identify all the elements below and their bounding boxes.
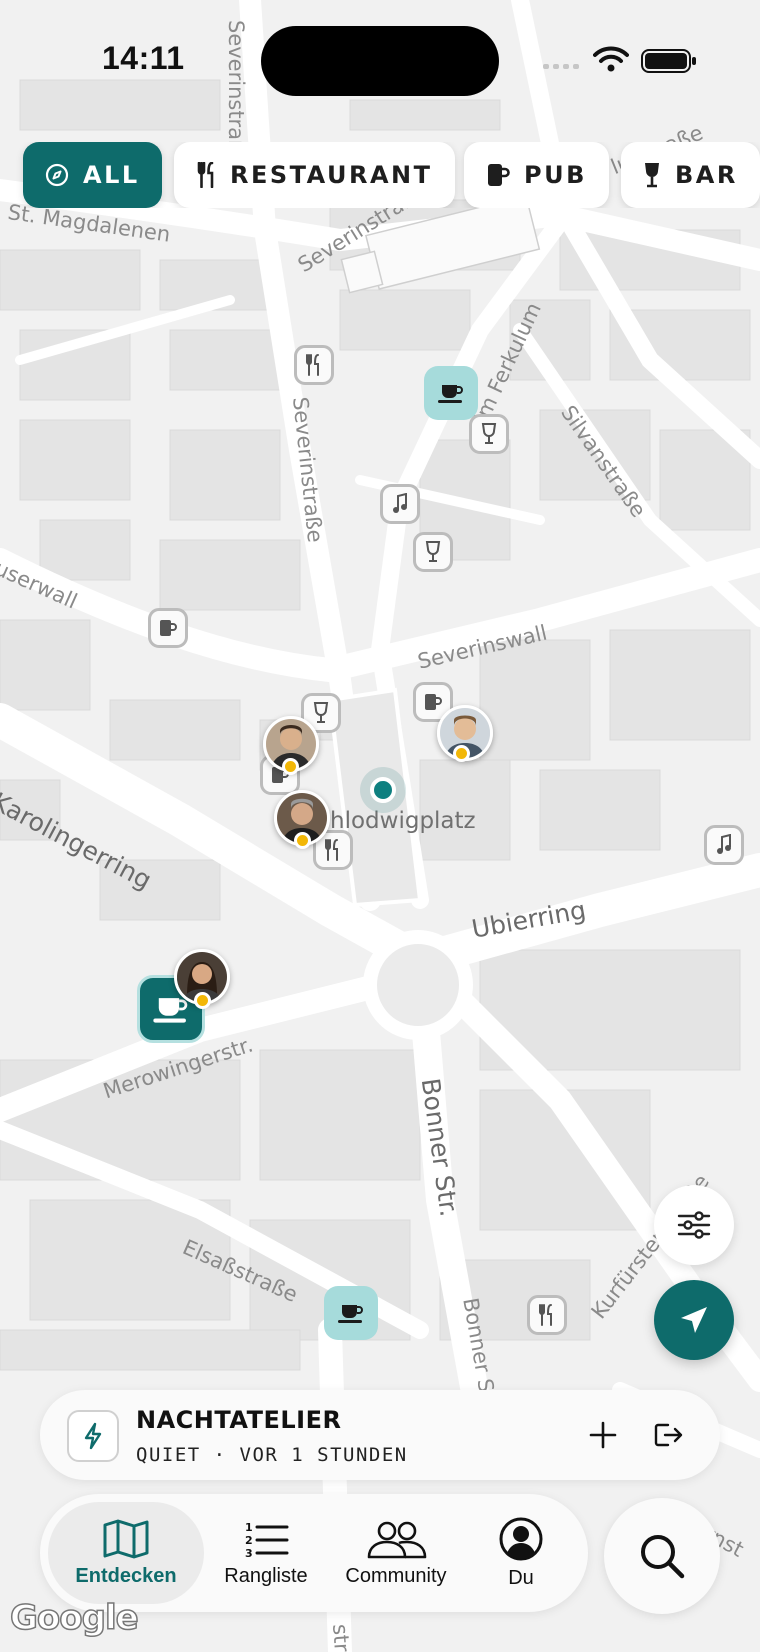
wine-glass-icon xyxy=(425,541,441,562)
current-location-marker xyxy=(360,767,406,813)
cellular-signal-icon xyxy=(543,64,579,69)
music-note-icon xyxy=(717,834,731,854)
filter-chip-label: BAR xyxy=(675,161,738,189)
svg-text:1: 1 xyxy=(245,1521,253,1534)
locate-me-button[interactable] xyxy=(654,1280,734,1360)
venue-status: QUIET · VOR 1 STUNDEN xyxy=(136,1444,408,1466)
cafe-pin[interactable] xyxy=(324,1286,378,1340)
map-icon xyxy=(103,1519,149,1558)
status-dot xyxy=(194,992,211,1009)
tab-du[interactable]: Du xyxy=(466,1502,576,1604)
wifi-icon xyxy=(593,46,629,72)
street-label: str xyxy=(328,1623,354,1652)
sliders-icon xyxy=(677,1211,711,1239)
filter-chip-all[interactable]: ALL xyxy=(23,142,162,208)
tab-community[interactable]: Community xyxy=(328,1502,464,1604)
ranked-list-icon: 123 xyxy=(245,1521,289,1559)
search-button[interactable] xyxy=(604,1498,720,1614)
restaurant-pin[interactable] xyxy=(294,345,334,385)
beer-mug-icon xyxy=(160,620,177,636)
battery-icon xyxy=(641,49,696,73)
filter-chip-pub[interactable]: PUB xyxy=(464,142,609,208)
bar-pin[interactable] xyxy=(469,414,509,454)
wine-glass-icon xyxy=(481,423,497,444)
fork-knife-icon xyxy=(306,354,319,376)
category-filter-bar: ALL RESTAURANT PUB BAR xyxy=(0,142,760,208)
filter-chip-label: ALL xyxy=(83,161,140,189)
add-button[interactable] xyxy=(578,1410,628,1460)
tab-label: Entdecken xyxy=(75,1564,177,1587)
plus-icon xyxy=(589,1421,617,1449)
filter-chip-restaurant[interactable]: RESTAURANT xyxy=(174,142,455,208)
svg-text:2: 2 xyxy=(245,1534,253,1547)
google-attribution: Google xyxy=(9,1597,139,1639)
tab-entdecken[interactable]: Entdecken xyxy=(48,1502,204,1604)
fork-knife-icon xyxy=(197,162,214,188)
status-dot xyxy=(453,745,470,762)
restaurant-pin[interactable] xyxy=(527,1295,567,1335)
bar-pin[interactable] xyxy=(413,532,453,572)
map-filter-button[interactable] xyxy=(654,1185,734,1265)
place-label: hlodwigplatz xyxy=(330,808,476,834)
tab-label: Du xyxy=(508,1566,534,1589)
profile-icon xyxy=(499,1517,543,1560)
status-time: 14:11 xyxy=(102,40,185,76)
svg-text:3: 3 xyxy=(245,1547,253,1559)
fork-knife-icon xyxy=(325,839,338,861)
beer-mug-icon xyxy=(425,694,442,710)
people-icon xyxy=(367,1521,427,1558)
filter-chip-label: RESTAURANT xyxy=(230,161,433,189)
leave-venue-button[interactable] xyxy=(643,1410,693,1460)
compass-icon xyxy=(45,163,69,187)
coffee-cup-icon xyxy=(438,385,463,403)
navigation-arrow-icon xyxy=(681,1307,707,1333)
pub-pin[interactable] xyxy=(148,608,188,648)
tab-label: Community xyxy=(345,1564,447,1587)
venue-name: NACHTATELIER xyxy=(136,1406,342,1434)
dynamic-island xyxy=(261,26,499,96)
venue-activity-badge xyxy=(67,1410,119,1462)
tab-label: Rangliste xyxy=(224,1564,308,1587)
status-dot xyxy=(294,832,311,849)
music-pin[interactable] xyxy=(380,484,420,524)
active-venue-card[interactable]: NACHTATELIER QUIET · VOR 1 STUNDEN xyxy=(40,1390,720,1480)
bottom-tab-bar: Entdecken 123 Rangliste Community Du xyxy=(40,1494,588,1612)
lightning-bolt-icon xyxy=(84,1422,102,1450)
status-dot xyxy=(282,758,299,775)
beer-mug-icon xyxy=(488,164,510,186)
music-note-icon xyxy=(393,493,407,513)
music-pin[interactable] xyxy=(704,825,744,865)
filter-chip-label: PUB xyxy=(524,161,587,189)
tab-rangliste[interactable]: 123 Rangliste xyxy=(206,1502,326,1604)
search-icon xyxy=(641,1535,685,1579)
coffee-cup-icon xyxy=(338,1305,363,1323)
fork-knife-icon xyxy=(539,1304,552,1326)
exit-icon xyxy=(654,1423,683,1447)
filter-chip-bar[interactable]: BAR xyxy=(621,142,760,208)
cafe-pin[interactable] xyxy=(424,366,478,420)
wine-glass-icon xyxy=(645,163,659,188)
wine-glass-icon xyxy=(313,702,329,723)
